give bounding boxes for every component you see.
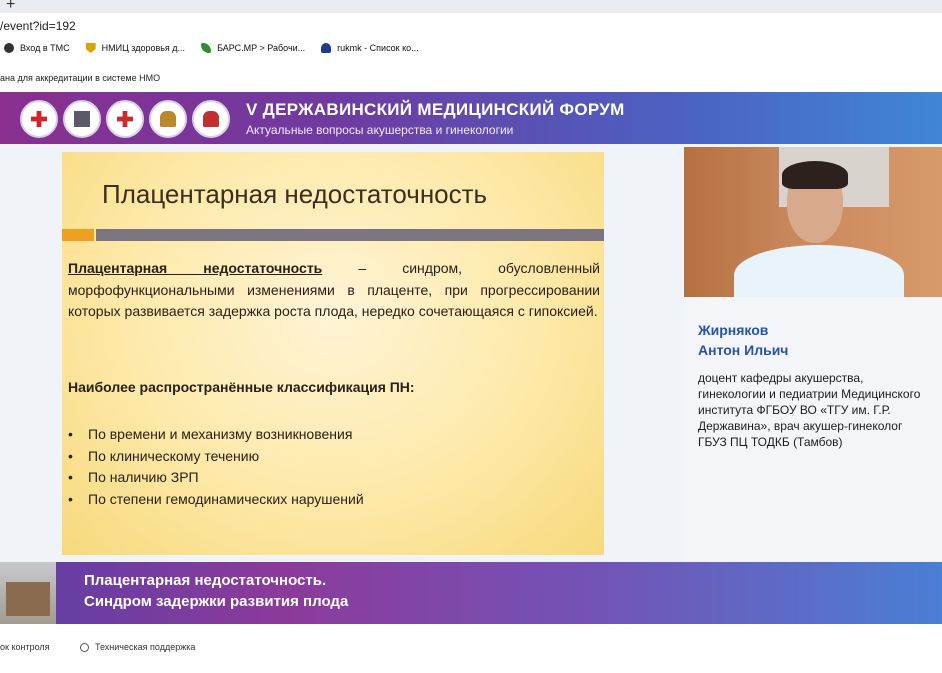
speaker-camera-feed (684, 147, 942, 297)
presentation-slide: Плацентарная недостаточность Плацентарна… (62, 152, 604, 555)
bookmark-bars[interactable]: БАРС.MP > Рабочи... (201, 43, 305, 53)
address-bar[interactable]: /event?id=192 (0, 13, 942, 38)
new-tab-button[interactable]: + (6, 0, 15, 14)
building-emblem-icon (63, 100, 101, 138)
support-icon (80, 642, 89, 652)
classification-heading: Наиболее распространённые классификация … (68, 379, 415, 395)
bookmark-nmic[interactable]: НМИЦ здоровья д... (85, 43, 186, 53)
page-footer: ок контроля Техническая поддержка (0, 630, 942, 673)
tab-strip: + (0, 0, 942, 13)
bookmark-label: БАРС.MP > Рабочи... (217, 43, 306, 53)
support-label: Техническая поддержка (95, 642, 196, 652)
speaker-given-name: Антон Ильич (698, 342, 789, 358)
speaker-panel: Жирняков Антон Ильич доцент кафедры акуш… (684, 297, 942, 562)
medical-cross-emblem-icon (106, 100, 144, 138)
bookmarks-bar: Вход в ТМС НМИЦ здоровья д... БАРС.MP > … (0, 38, 942, 58)
red-cross-emblem-icon (20, 100, 58, 138)
speaker-figure-body (734, 245, 904, 297)
people-icon (321, 43, 332, 53)
bookmark-label: Вход в ТМС (20, 43, 70, 53)
bookmark-rukmk[interactable]: rukmk - Список ко... (321, 43, 419, 53)
definition-term: Плацентарная недостаточность (68, 260, 323, 276)
slide-divider (96, 229, 604, 241)
lecture-title-line2: Синдром задержки развития плода (84, 593, 349, 610)
accreditation-infobar: ана для аккредитации в системе НМО (0, 61, 942, 91)
classification-list: По времени и механизму возникновения По … (68, 424, 364, 510)
speaker-credentials: доцент кафедры акушерства, гинекологии и… (698, 371, 921, 449)
speaker-name: Жирняков Антон Ильич (698, 320, 898, 360)
list-item: По времени и механизму возникновения (68, 424, 364, 446)
support-link[interactable]: Техническая поддержка (80, 642, 195, 652)
slide-divider-accent (62, 229, 94, 241)
speaker-surname: Жирняков (698, 322, 769, 338)
eagle-emblem-icon (149, 100, 187, 138)
lower-title-banner: Плацентарная недостаточность. Синдром за… (0, 562, 942, 624)
bookmark-label: НМИЦ здоровья д... (101, 43, 186, 53)
leaf-icon (201, 43, 212, 53)
shield-icon (85, 43, 96, 53)
forum-subtitle: Актуальные вопросы акушерства и гинеколо… (246, 123, 514, 137)
lecture-title-line1: Плацентарная недостаточность. (84, 572, 327, 589)
list-item: По степени гемодинамических нарушений (68, 489, 364, 511)
forum-banner: V ДЕРЖАВИНСКИЙ МЕДИЦИНСКИЙ ФОРУМ Актуаль… (0, 92, 942, 144)
bookmark-tms[interactable]: Вход в ТМС (4, 43, 70, 53)
list-item: По клиническому течению (68, 446, 364, 468)
globe-icon (4, 43, 14, 53)
speaker-figure-hair (782, 161, 848, 189)
infobar-text: ана для аккредитации в системе НМО (0, 73, 161, 83)
control-link[interactable]: ок контроля (0, 642, 50, 652)
slide-title: Плацентарная недостаточность (102, 179, 488, 209)
coat-of-arms-icon (192, 100, 230, 138)
slide-definition: Плацентарная недостаточность – синдром, … (68, 258, 600, 323)
url-text[interactable]: /event?id=192 (0, 19, 76, 33)
forum-title: V ДЕРЖАВИНСКИЙ МЕДИЦИНСКИЙ ФОРУМ (246, 100, 625, 119)
bookmark-label: rukmk - Список ко... (337, 43, 419, 53)
video-player[interactable]: V ДЕРЖАВИНСКИЙ МЕДИЦИНСКИЙ ФОРУМ Актуаль… (0, 92, 942, 624)
university-building-thumbnail (0, 562, 56, 624)
lecture-title: Плацентарная недостаточность. Синдром за… (84, 570, 348, 612)
list-item: По наличию ЗРП (68, 467, 364, 489)
